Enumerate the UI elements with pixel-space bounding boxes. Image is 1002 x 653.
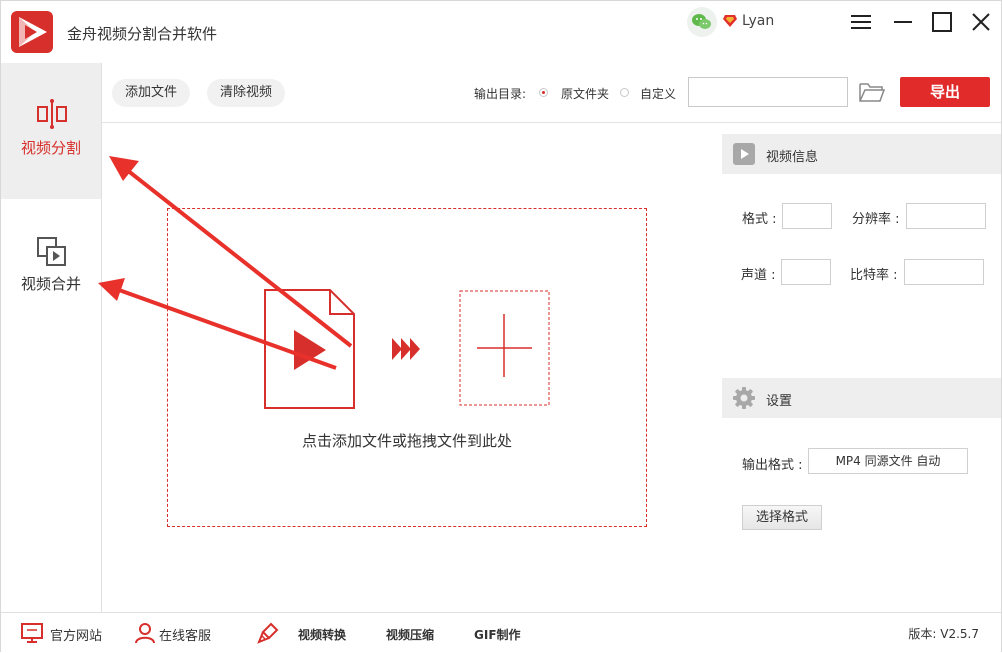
app-window: 金舟视频分割合并软件 Lyan 视频分割 视频合并 添加文件 清除视频 输出目录… [0, 0, 1002, 652]
fast-forward-icon [392, 338, 420, 360]
output-dir-label: 输出目录: [474, 87, 527, 101]
sidebar-item-merge[interactable]: 视频合并 [1, 199, 101, 335]
settings-header: 设置 [722, 378, 1001, 418]
gif-maker-link[interactable]: GIF制作 [474, 626, 521, 643]
channel-label: 声道 : [741, 268, 776, 283]
wechat-icon[interactable] [687, 7, 717, 37]
output-format-display[interactable]: MP4 同源文件 自动 [808, 448, 968, 474]
sidebar-item-label: 视频合并 [20, 275, 81, 293]
website-link[interactable]: 官方网站 [50, 625, 102, 644]
clear-videos-button[interactable]: 清除视频 [207, 79, 286, 107]
title-bar: 金舟视频分割合并软件 Lyan [1, 1, 1001, 63]
user-name[interactable]: Lyan [742, 13, 774, 29]
folder-open-icon[interactable] [858, 80, 886, 104]
output-path-input[interactable] [688, 77, 848, 107]
sidebar-item-label: 视频分割 [20, 139, 81, 157]
video-file-icon [264, 289, 355, 409]
app-logo-icon [11, 11, 53, 53]
sidebar-item-split[interactable]: 视频分割 [1, 63, 101, 199]
radio-source-label[interactable]: 原文件夹 [561, 85, 609, 102]
drop-zone[interactable]: 点击添加文件或拖拽文件到此处 [167, 208, 647, 527]
resolution-label: 分辨率 : [852, 212, 900, 227]
user-support-icon[interactable] [134, 622, 156, 644]
close-icon[interactable] [969, 10, 993, 34]
bitrate-field [904, 259, 984, 285]
radio-source-folder[interactable] [539, 88, 548, 97]
video-compress-link[interactable]: 视频压缩 [386, 626, 434, 643]
output-format-label: 输出格式 : [742, 458, 803, 473]
broom-tools-icon[interactable] [257, 622, 279, 644]
format-label: 格式 : [742, 212, 777, 227]
radio-custom-label[interactable]: 自定义 [640, 85, 676, 102]
choose-format-button[interactable]: 选择格式 [742, 505, 822, 530]
format-field [782, 203, 832, 229]
video-info-header: 视频信息 [722, 134, 1001, 174]
add-placeholder-icon [459, 290, 550, 406]
footer: 官方网站 在线客服 视频转换 视频压缩 GIF制作 版本: V2.5.7 [1, 612, 1001, 652]
channel-field [781, 259, 831, 285]
radio-custom-folder[interactable] [620, 88, 629, 97]
menu-icon[interactable] [849, 10, 873, 34]
resolution-field [906, 203, 986, 229]
split-icon [35, 97, 69, 131]
minimize-icon[interactable] [891, 10, 915, 34]
drop-zone-hint: 点击添加文件或拖拽文件到此处 [301, 432, 512, 450]
video-info-title: 视频信息 [766, 150, 819, 165]
settings-title: 设置 [766, 394, 793, 409]
version-label: 版本: V2.5.7 [908, 627, 979, 641]
export-button[interactable]: 导出 [900, 77, 990, 107]
maximize-icon[interactable] [930, 10, 954, 34]
merge-icon [35, 235, 69, 269]
gear-icon [732, 386, 756, 410]
online-support-link[interactable]: 在线客服 [159, 625, 211, 644]
vip-diamond-icon [723, 15, 737, 27]
toolbar: 添加文件 清除视频 输出目录: 原文件夹 自定义 导出 [102, 63, 1001, 123]
monitor-icon[interactable] [21, 622, 43, 644]
drop-zone-graphic [264, 289, 550, 409]
add-file-button[interactable]: 添加文件 [112, 79, 191, 107]
video-convert-link[interactable]: 视频转换 [298, 626, 346, 643]
video-info-icon [732, 142, 756, 166]
app-title: 金舟视频分割合并软件 [67, 25, 218, 43]
bitrate-label: 比特率 : [850, 268, 898, 283]
sidebar: 视频分割 视频合并 [1, 63, 102, 612]
